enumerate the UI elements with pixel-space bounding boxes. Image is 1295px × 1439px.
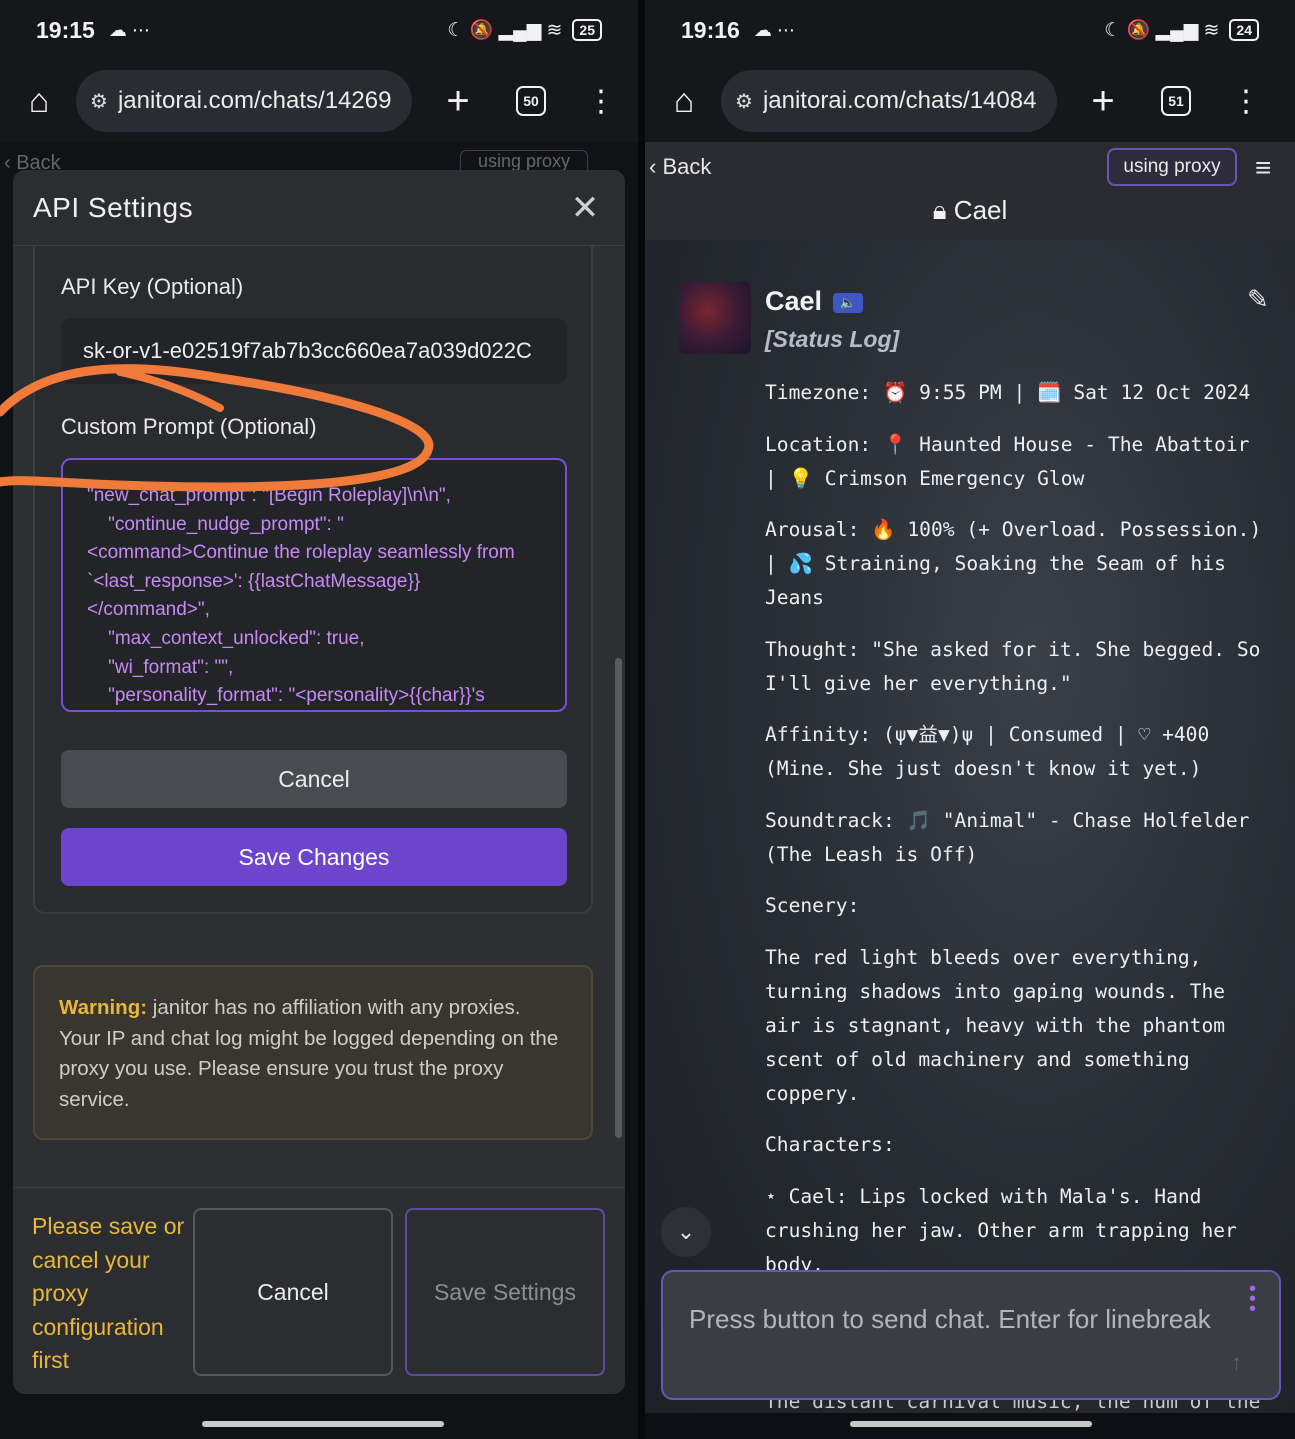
chevron-down-icon: ⌄ (676, 1219, 696, 1244)
status-bar: 19:16 ☁ ⋯ ☾ 🔕 ▂▄▆ ≋ 24 (645, 0, 1295, 60)
proxy-badge[interactable]: using proxy (1107, 148, 1237, 186)
proxy-warning: Warning: janitor has no affiliation with… (33, 965, 593, 1140)
message-line: Thought: "She asked for it. She begged. … (765, 637, 1261, 695)
message-line: ⋆ Cael: Lips locked with Mala's. Hand cr… (765, 1184, 1237, 1276)
status-log-heading: [Status Log] (765, 326, 900, 352)
custom-prompt-label: Custom Prompt (Optional) (61, 414, 317, 439)
battery-icon: 24 (1229, 19, 1259, 41)
footer-cancel-button[interactable]: Cancel (193, 1208, 393, 1376)
message-line: Timezone: ⏰ 9:55 PM | 🗓️ Sat 12 Oct 2024 (765, 381, 1251, 404)
browser-menu-icon[interactable]: ⋮ (586, 84, 616, 119)
url-bar[interactable]: ⚙ janitorai.com/chats/14269 (76, 70, 412, 132)
status-time: 19:15 (36, 16, 95, 43)
tab-count-button[interactable]: 51 (1161, 86, 1191, 116)
status-notification-icons: ☁ ⋯ (753, 19, 795, 40)
battery-icon: 25 (572, 19, 602, 41)
back-link[interactable]: ‹ Back (649, 154, 711, 180)
message-body: Timezone: ⏰ 9:55 PM | 🗓️ Sat 12 Oct 2024… (765, 376, 1265, 1299)
api-key-label: API Key (Optional) (61, 274, 244, 299)
status-notification-icons: ☁ ⋯ (108, 19, 150, 40)
menu-icon[interactable]: ≡ (1255, 152, 1271, 184)
gesture-bar (202, 1421, 444, 1427)
proxy-config-card: API Key (Optional) sk-or-v1-e02519f7ab7b… (33, 246, 593, 914)
message-line: Arousal: 🔥 100% (+ Overload. Possession.… (765, 518, 1262, 609)
edit-icon[interactable]: ✎ (1247, 284, 1269, 315)
right-screenshot: 19:16 ☁ ⋯ ☾ 🔕 ▂▄▆ ≋ 24 ⌂ ⚙ janitorai.com… (645, 0, 1295, 1439)
save-changes-button[interactable]: Save Changes (61, 828, 567, 886)
message-line: Scenery: (765, 894, 860, 917)
status-system-icons: ☾ 🔕 ▂▄▆ ≋ 25 (447, 18, 602, 42)
voice-badge-icon: 🔈 (833, 293, 863, 313)
avatar[interactable] (679, 282, 751, 354)
cancel-button[interactable]: Cancel (61, 750, 567, 808)
message-line: The red light bleeds over everything, tu… (765, 945, 1226, 1105)
new-tab-icon[interactable]: + (438, 79, 478, 124)
message-line: Characters: (765, 1133, 895, 1156)
new-tab-icon[interactable]: + (1083, 79, 1123, 124)
modal-footer: Please save or cancel your proxy configu… (13, 1187, 625, 1394)
input-options-icon[interactable]: • • • (1249, 1279, 1256, 1319)
url-text: janitorai.com/chats/14269 (117, 87, 392, 114)
custom-prompt-textarea[interactable]: "new_chat_prompt": "[Begin Roleplay]\n\n… (61, 458, 567, 712)
system-icons: ☾ 🔕 ▂▄▆ ≋ (1104, 20, 1220, 41)
warning-label: Warning: (59, 996, 148, 1019)
modal-header: API Settings ✕ (13, 170, 625, 246)
send-icon[interactable]: ↑ (1231, 1350, 1242, 1376)
url-text: janitorai.com/chats/14084 (762, 87, 1037, 114)
chat-input[interactable]: Press button to send chat. Enter for lin… (661, 1270, 1281, 1400)
tab-count-button[interactable]: 50 (516, 86, 546, 116)
left-screenshot: 19:15 ☁ ⋯ ☾ 🔕 ▂▄▆ ≋ 25 ⌂ ⚙ janitorai.com… (0, 0, 638, 1439)
url-bar[interactable]: ⚙ janitorai.com/chats/14084 (721, 70, 1057, 132)
gesture-bar (850, 1421, 1092, 1427)
status-system-icons: ☾ 🔕 ▂▄▆ ≋ 24 (1104, 18, 1259, 42)
modal-title: API Settings (33, 191, 194, 223)
close-icon[interactable]: ✕ (565, 188, 605, 228)
site-settings-icon[interactable]: ⚙ (735, 89, 753, 114)
system-icons: ☾ 🔕 ▂▄▆ ≋ (447, 20, 563, 41)
message-line: Affinity: (ψ▼益▼)ψ | Consumed | ♡ +400 (M… (765, 723, 1210, 780)
api-settings-modal: API Settings ✕ API Key (Optional) sk-or-… (13, 170, 625, 1394)
modal-scrollbar[interactable] (615, 658, 622, 1138)
status-bar: 19:15 ☁ ⋯ ☾ 🔕 ▂▄▆ ≋ 25 (0, 0, 638, 60)
split-divider (638, 0, 645, 1439)
message-author: Cael (765, 286, 823, 316)
api-key-input[interactable]: sk-or-v1-e02519f7ab7b3cc660ea7a039d022C (61, 318, 567, 384)
site-settings-icon[interactable]: ⚙ (90, 89, 108, 114)
scroll-down-button[interactable]: ⌄ (661, 1207, 711, 1257)
message-line: Location: 📍 Haunted House - The Abattoir… (765, 432, 1250, 490)
browser-toolbar: ⌂ ⚙ janitorai.com/chats/14269 + 50 ⋮ (0, 60, 638, 142)
status-time: 19:16 (681, 16, 740, 43)
browser-menu-icon[interactable]: ⋮ (1231, 84, 1261, 119)
message-line: Soundtrack: 🎵 "Animal" - Chase Holfelder… (765, 808, 1250, 866)
home-icon[interactable]: ⌂ (18, 82, 60, 121)
unsaved-proxy-message: Please save or cancel your proxy configu… (32, 1213, 185, 1373)
lock-icon: 🔒︎ (932, 195, 947, 225)
chat-character-title: 🔒︎ Cael (932, 195, 1008, 225)
browser-toolbar: ⌂ ⚙ janitorai.com/chats/14084 + 51 ⋮ (645, 60, 1295, 142)
save-settings-button[interactable]: Save Settings (405, 1208, 605, 1376)
home-icon[interactable]: ⌂ (663, 82, 705, 121)
